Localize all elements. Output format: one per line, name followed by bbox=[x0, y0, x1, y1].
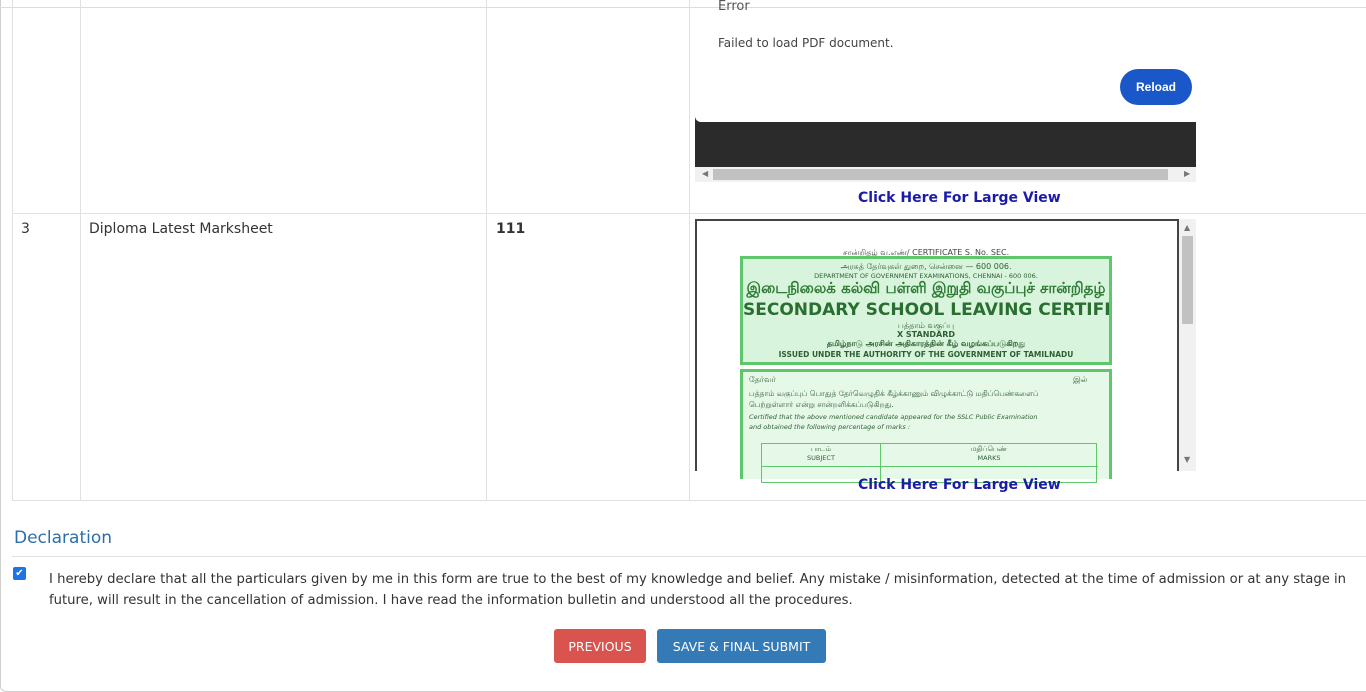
row-document-value: 111 bbox=[496, 221, 526, 237]
large-view-link[interactable]: Click Here For Large View bbox=[858, 190, 1061, 206]
declaration-title: Declaration bbox=[14, 528, 113, 548]
cert-col-marks: MARKS bbox=[977, 454, 1001, 462]
cert-body-line: Certified that the above mentioned candi… bbox=[749, 413, 1038, 421]
table-row-divider bbox=[12, 213, 1366, 214]
table-border-left bbox=[12, 0, 13, 501]
save-final-submit-button[interactable]: SAVE & FINAL SUBMIT bbox=[657, 629, 826, 663]
check-icon: ✔ bbox=[15, 568, 24, 579]
cert-heading-english: SECONDARY SCHOOL LEAVING CERTIFICATE bbox=[743, 300, 1109, 320]
declaration-divider bbox=[12, 556, 1366, 557]
declaration-checkbox[interactable]: ✔ bbox=[13, 567, 26, 580]
declaration-text: I hereby declare that all the particular… bbox=[49, 572, 1347, 608]
table-col-divider bbox=[486, 0, 487, 501]
cert-col-marks-tamil: மதிப்பெண் bbox=[970, 445, 1008, 453]
cert-col-subject-tamil: பாடம் bbox=[810, 445, 832, 453]
cert-authority-tamil: தமிழ்நாடு அரசின் அதிகாரத்தின் கீழ் வழங்க… bbox=[826, 339, 1026, 348]
cert-authority-english: ISSUED UNDER THE AUTHORITY OF THE GOVERN… bbox=[778, 350, 1074, 359]
cert-std-english: X STANDARD bbox=[896, 330, 956, 339]
table-col-divider bbox=[689, 0, 690, 501]
scroll-left-icon[interactable]: ◀ bbox=[702, 169, 708, 178]
cert-body-line: and obtained the following percentage of… bbox=[749, 423, 911, 431]
reload-button[interactable]: Reload bbox=[1120, 69, 1192, 105]
row-document-name: Diploma Latest Marksheet bbox=[89, 221, 273, 237]
cert-body-line: பத்தாம் வகுப்புப் பொதுத் தேர்வெழுதிக் கீ… bbox=[749, 389, 1039, 398]
pdf-viewer-background bbox=[695, 116, 1196, 167]
cert-heading-tamil: இடைநிலைக் கல்வி பள்ளி இறுதி வகுப்புச் சா… bbox=[746, 279, 1106, 297]
certificate-image: சான்றிதழ் வ.எண்/ CERTIFICATE S. No. SEC.… bbox=[740, 248, 1112, 484]
pdf-error-title: Error bbox=[718, 0, 750, 14]
previous-button[interactable]: PREVIOUS bbox=[554, 629, 646, 663]
cert-candidate-suffix: இல் bbox=[1073, 375, 1088, 384]
cert-candidate-label: தேர்வர் bbox=[749, 375, 776, 384]
scroll-down-icon[interactable]: ▼ bbox=[1184, 455, 1190, 464]
cert-marks-divider bbox=[762, 466, 1098, 467]
pdf-error-card-edge bbox=[695, 112, 1196, 122]
large-view-link[interactable]: Click Here For Large View bbox=[858, 477, 1061, 493]
cert-body-line: பெற்றுள்ளார் என்று சான்றளிக்கப்படுகிறது. bbox=[749, 400, 894, 409]
cert-col-subject: SUBJECT bbox=[807, 454, 835, 462]
scroll-right-icon[interactable]: ▶ bbox=[1184, 169, 1190, 178]
row-serial: 3 bbox=[21, 221, 30, 237]
table-bottom-border bbox=[12, 500, 1366, 501]
cert-dept-tamil: அரசுத் தேர்வுகள் துறை, சென்னை — 600 006. bbox=[840, 262, 1012, 271]
cert-body-block: தேர்வர் இல் பத்தாம் வகுப்புப் பொதுத் தேர… bbox=[740, 369, 1112, 484]
horizontal-scrollbar-thumb[interactable] bbox=[713, 169, 1168, 180]
cert-header-block: அரசுத் தேர்வுகள் துறை, சென்னை — 600 006.… bbox=[740, 256, 1112, 365]
vertical-scrollbar-thumb[interactable] bbox=[1182, 236, 1193, 324]
scroll-up-icon[interactable]: ▲ bbox=[1184, 223, 1190, 232]
table-col-divider bbox=[80, 0, 81, 501]
pdf-error-message: Failed to load PDF document. bbox=[718, 36, 894, 50]
